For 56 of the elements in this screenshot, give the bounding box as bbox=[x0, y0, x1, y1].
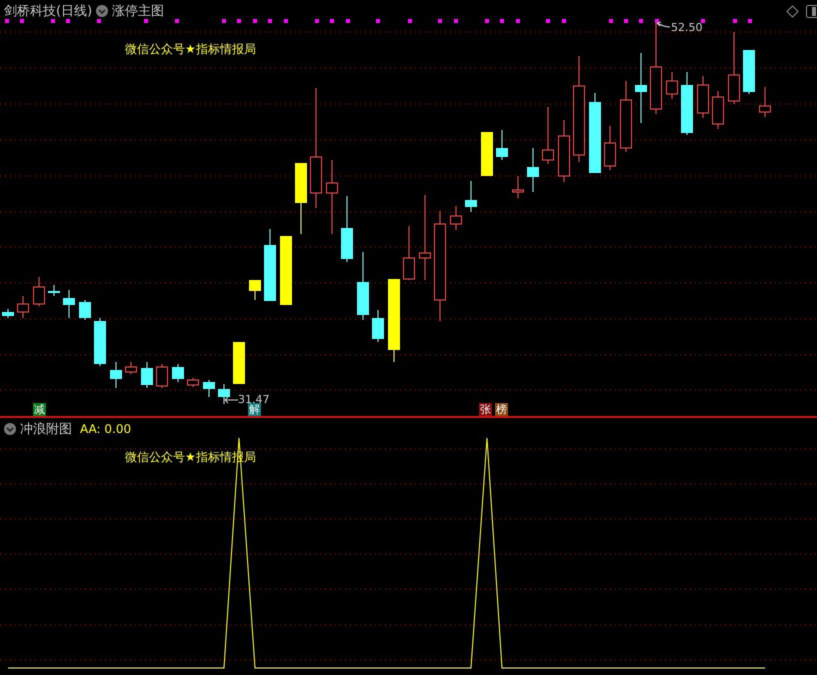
candle bbox=[357, 252, 369, 320]
chevron-down-icon[interactable] bbox=[96, 5, 108, 17]
candle bbox=[233, 342, 245, 384]
candle bbox=[666, 72, 678, 100]
signal-tag: 解 bbox=[248, 403, 261, 416]
diamond-icon[interactable] bbox=[786, 5, 799, 18]
candle bbox=[465, 180, 477, 212]
candle bbox=[125, 362, 137, 374]
candle bbox=[218, 384, 230, 404]
candle bbox=[527, 148, 539, 192]
candle bbox=[280, 236, 292, 306]
candle bbox=[94, 318, 106, 366]
candle bbox=[17, 296, 29, 318]
overlay-text: 微信公众号★指标情报局 bbox=[125, 41, 256, 58]
candle bbox=[759, 86, 771, 118]
candle bbox=[681, 72, 693, 136]
candle bbox=[187, 378, 199, 388]
indicator-name[interactable]: 冲浪附图 bbox=[20, 420, 72, 438]
high-price-label: 52.50 bbox=[671, 21, 702, 34]
candle bbox=[743, 50, 755, 94]
candle bbox=[481, 132, 493, 176]
candle bbox=[341, 196, 353, 262]
low-price-label: 31.47 bbox=[238, 393, 270, 406]
candle bbox=[512, 176, 524, 198]
candle bbox=[48, 284, 60, 296]
candle bbox=[620, 80, 632, 152]
candle bbox=[172, 364, 184, 382]
arrow-icon bbox=[224, 396, 238, 404]
signal-tag: 张 bbox=[479, 403, 492, 416]
candle bbox=[295, 162, 307, 234]
candle bbox=[712, 90, 724, 130]
candle bbox=[110, 362, 122, 388]
candle bbox=[203, 380, 215, 398]
candle bbox=[79, 300, 91, 320]
candle bbox=[604, 126, 616, 170]
candle bbox=[2, 308, 14, 318]
signal-tag: 榜 bbox=[495, 403, 508, 416]
candle bbox=[156, 364, 168, 388]
candle bbox=[403, 226, 415, 280]
candle bbox=[558, 120, 570, 182]
indicator-name[interactable]: 涨停主图 bbox=[112, 2, 164, 20]
signal-tag: 减 bbox=[33, 403, 46, 416]
candle bbox=[63, 290, 75, 318]
indicator-value: AA: 0.00 bbox=[80, 422, 132, 436]
candle bbox=[542, 106, 554, 164]
stock-title: 剑桥科技(日线) bbox=[4, 3, 92, 20]
panel-toggle-icon[interactable] bbox=[806, 5, 817, 18]
candle bbox=[496, 130, 508, 160]
candle bbox=[635, 52, 647, 124]
candle bbox=[249, 280, 261, 300]
candle bbox=[372, 310, 384, 342]
chevron-down-icon[interactable] bbox=[4, 423, 16, 435]
candle bbox=[450, 206, 462, 230]
candle bbox=[141, 362, 153, 388]
candle bbox=[33, 276, 45, 306]
candle bbox=[697, 76, 709, 118]
